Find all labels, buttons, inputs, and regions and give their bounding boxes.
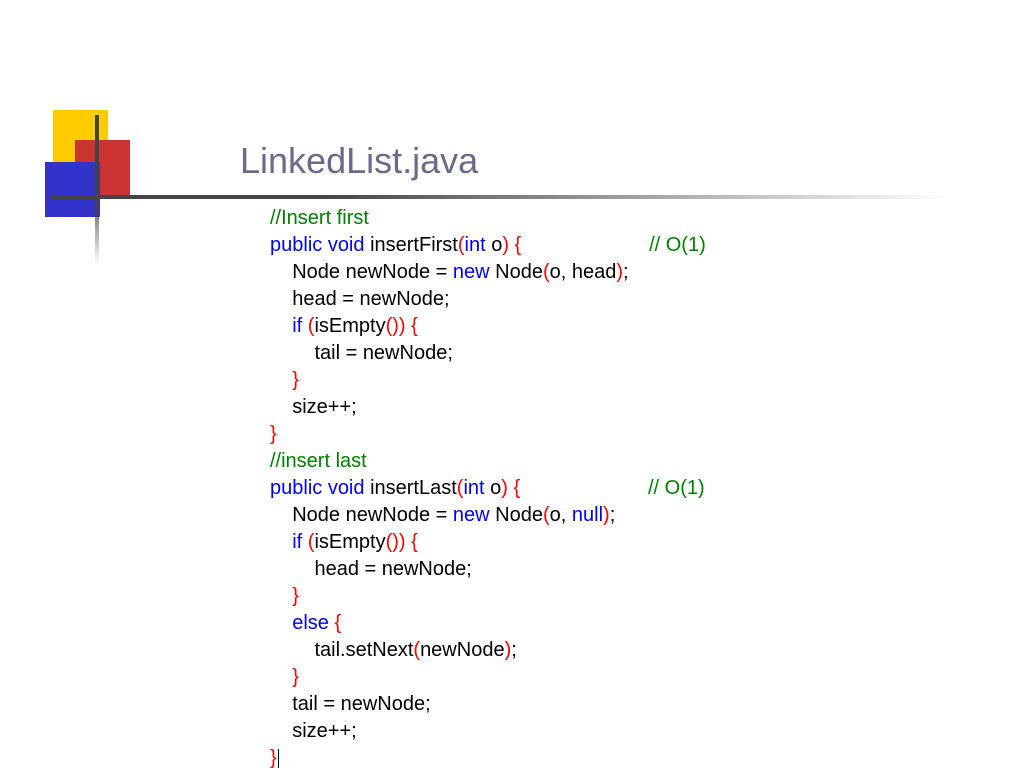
code-text: tail.setNext <box>270 639 413 661</box>
keyword-new: new <box>453 261 490 283</box>
paren-close-brace: ) { <box>501 477 520 499</box>
code-text: tail = newNode; <box>270 693 431 715</box>
code-block: //Insert first public void insertFirst(i… <box>270 205 706 768</box>
text-cursor <box>278 749 279 768</box>
code-text: size++; <box>270 396 357 418</box>
brace-open: { <box>334 612 341 634</box>
code-text: isEmpty <box>314 531 385 553</box>
horizontal-rule <box>50 195 950 199</box>
comment-o1-a: // O(1) <box>649 234 706 256</box>
brace-close: } <box>270 369 299 391</box>
code-text: Node <box>490 504 543 526</box>
method-name-insert-first: insertFirst <box>365 234 458 256</box>
keyword-int: int <box>463 477 484 499</box>
semicolon: ; <box>511 639 517 661</box>
paren-close: ) <box>603 504 610 526</box>
code-text: head = newNode; <box>270 558 472 580</box>
code-text: Node newNode = <box>270 504 453 526</box>
paren-close-brace: ()) { <box>386 531 418 553</box>
keyword-public-void: public void <box>270 234 365 256</box>
keyword-int: int <box>465 234 486 256</box>
keyword-new: new <box>453 504 490 526</box>
paren-close-brace: ()) { <box>386 315 418 337</box>
code-text: Node newNode = <box>270 261 453 283</box>
keyword-if: if <box>270 315 302 337</box>
brace-close: } <box>270 585 299 607</box>
keyword-if: if <box>270 531 302 553</box>
paren-open: ( <box>458 234 465 256</box>
code-text: newNode <box>420 639 505 661</box>
semicolon: ; <box>610 504 616 526</box>
brace-close: } <box>270 423 277 445</box>
brace-close: } <box>270 747 277 768</box>
semicolon: ; <box>623 261 629 283</box>
slide: LinkedList.java //Insert first public vo… <box>0 0 1024 768</box>
param-o: o <box>486 234 503 256</box>
param-o: o <box>485 477 502 499</box>
vertical-rule <box>95 115 99 265</box>
brace-close: } <box>270 666 299 688</box>
code-text: tail = newNode; <box>270 342 453 364</box>
method-name-insert-last: insertLast <box>365 477 457 499</box>
code-text: head = newNode; <box>270 288 450 310</box>
keyword-null: null <box>572 504 603 526</box>
paren-open: ( <box>543 504 550 526</box>
code-text: isEmpty <box>314 315 385 337</box>
code-text: Node <box>490 261 543 283</box>
comment-insert-first: //Insert first <box>270 207 369 229</box>
comment-o1-b: // O(1) <box>648 477 705 499</box>
code-text: o, head <box>550 261 617 283</box>
code-text: size++; <box>270 720 357 742</box>
code-text: o, <box>550 504 572 526</box>
paren-open: ( <box>543 261 550 283</box>
paren-close-brace: ) { <box>502 234 521 256</box>
keyword-public-void: public void <box>270 477 365 499</box>
keyword-else: else <box>270 612 329 634</box>
comment-insert-last: //insert last <box>270 450 367 472</box>
slide-title: LinkedList.java <box>240 140 478 182</box>
decorative-squares <box>45 110 165 230</box>
